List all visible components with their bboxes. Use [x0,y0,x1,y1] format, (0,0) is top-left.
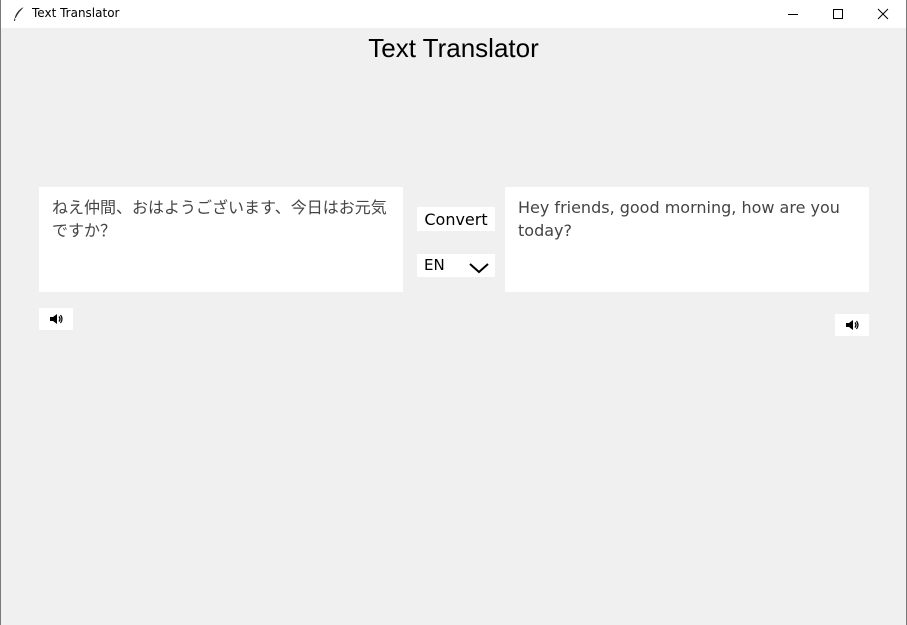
minimize-button[interactable] [770,0,815,28]
close-button[interactable] [860,0,905,28]
maximize-icon [832,8,844,20]
translated-text-output[interactable]: Hey friends, good morning, how are you t… [505,187,869,292]
language-select[interactable]: EN [417,254,495,277]
chevron-down-icon [469,259,489,278]
close-icon [877,8,889,20]
title-bar[interactable]: Text Translator [1,0,906,28]
language-selected-value: EN [424,256,445,274]
minimize-icon [787,8,799,20]
speaker-icon [845,316,859,335]
speak-translation-button[interactable] [835,314,869,336]
window-title: Text Translator [32,6,120,20]
page-title: Text Translator [368,33,539,63]
speak-source-button[interactable] [39,308,73,330]
app-window: Text Translator Text Translator ねえ仲間、おはよ… [0,0,907,625]
maximize-button[interactable] [815,0,860,28]
speaker-icon [49,310,63,329]
convert-button[interactable]: Convert [417,207,495,231]
feather-icon [12,6,26,22]
source-text-input[interactable]: ねえ仲間、おはようございます、今日はお元気ですか？ [39,187,403,292]
